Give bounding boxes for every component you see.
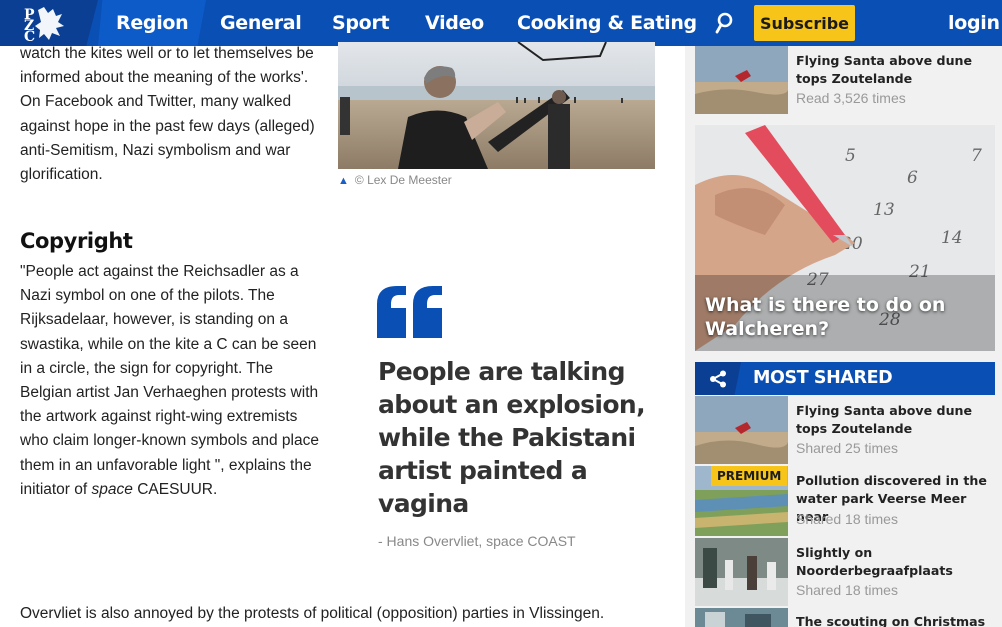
svg-text:14: 14 bbox=[941, 228, 963, 248]
pull-quote: People are talking about an explosion, w… bbox=[378, 357, 646, 518]
nav-general[interactable]: General bbox=[220, 0, 302, 46]
most-shared-title-text: The scouting on Christmas visit bbox=[796, 614, 986, 627]
most-shared-item[interactable]: The scouting on Christmas visit bbox=[695, 608, 995, 627]
image-caption: ▲ © Lex De Meester bbox=[338, 173, 452, 187]
nav-sport[interactable]: Sport bbox=[332, 0, 390, 46]
most-shared-title-text: Slightly on Noorderbegraafplaats bbox=[796, 545, 953, 578]
article-thumbnail bbox=[695, 538, 788, 606]
article-paragraph: "People act against the Reichsadler as a… bbox=[20, 263, 319, 498]
featured-card-title: What is there to do on Walcheren? bbox=[705, 294, 946, 340]
svg-text:7: 7 bbox=[971, 146, 982, 166]
nav-video[interactable]: Video bbox=[425, 0, 484, 46]
search-icon[interactable] bbox=[712, 11, 736, 35]
share-icon bbox=[695, 362, 741, 395]
share-count: Shared 18 times bbox=[796, 582, 898, 598]
read-count: Read 3,526 times bbox=[796, 90, 906, 106]
article-paragraph: Overvliet is also annoyed by the protest… bbox=[20, 605, 605, 622]
most-shared-item[interactable]: PREMIUM Pollution discovered in the wate… bbox=[695, 466, 995, 536]
svg-text:13: 13 bbox=[873, 200, 895, 220]
most-shared-header: MOST SHARED bbox=[695, 362, 995, 395]
triangle-up-icon: ▲ bbox=[338, 175, 349, 187]
featured-card-walcheren[interactable]: 567 131420 212627 28 What is there to do… bbox=[695, 125, 995, 351]
article-thumbnail bbox=[695, 608, 788, 627]
subscribe-button[interactable]: Subscribe bbox=[754, 5, 855, 41]
most-shared-item[interactable]: Slightly on Noorderbegraafplaats Shared … bbox=[695, 538, 995, 606]
pzc-logo[interactable]: P Z C bbox=[0, 0, 98, 46]
article-thumbnail bbox=[695, 396, 788, 464]
sidebar-article-title: Flying Santa above dune tops Zoutelande bbox=[796, 53, 973, 86]
most-shared-title-text: Flying Santa above dune tops Zoutelande bbox=[796, 403, 973, 436]
svg-text:5: 5 bbox=[845, 146, 856, 166]
section-heading: Copyright bbox=[20, 229, 133, 253]
svg-text:C: C bbox=[24, 29, 35, 42]
share-count: Shared 18 times bbox=[796, 511, 898, 527]
article-thumbnail bbox=[695, 46, 788, 114]
nav-region[interactable]: Region bbox=[98, 0, 206, 46]
login-link[interactable]: login bbox=[948, 0, 1000, 46]
sidebar-article-flying-santa[interactable]: Flying Santa above dune tops Zoutelande … bbox=[695, 46, 995, 114]
quote-icon bbox=[377, 286, 443, 338]
premium-badge: PREMIUM bbox=[711, 466, 788, 486]
nav-cooking-eating[interactable]: Cooking & Eating bbox=[517, 0, 697, 46]
article-paragraph: watch the kites well or to let themselve… bbox=[20, 45, 315, 184]
most-shared-title: MOST SHARED bbox=[753, 368, 893, 388]
quote-author: - Hans Overvliet, space COAST bbox=[378, 533, 576, 549]
share-count: Shared 25 times bbox=[796, 440, 898, 456]
article-image-kite-beach[interactable] bbox=[338, 42, 655, 169]
top-navigation: P Z C Region General Sport Video Cooking… bbox=[0, 0, 1002, 46]
svg-text:6: 6 bbox=[907, 168, 918, 188]
most-shared-item[interactable]: Flying Santa above dune tops Zoutelande … bbox=[695, 396, 995, 464]
